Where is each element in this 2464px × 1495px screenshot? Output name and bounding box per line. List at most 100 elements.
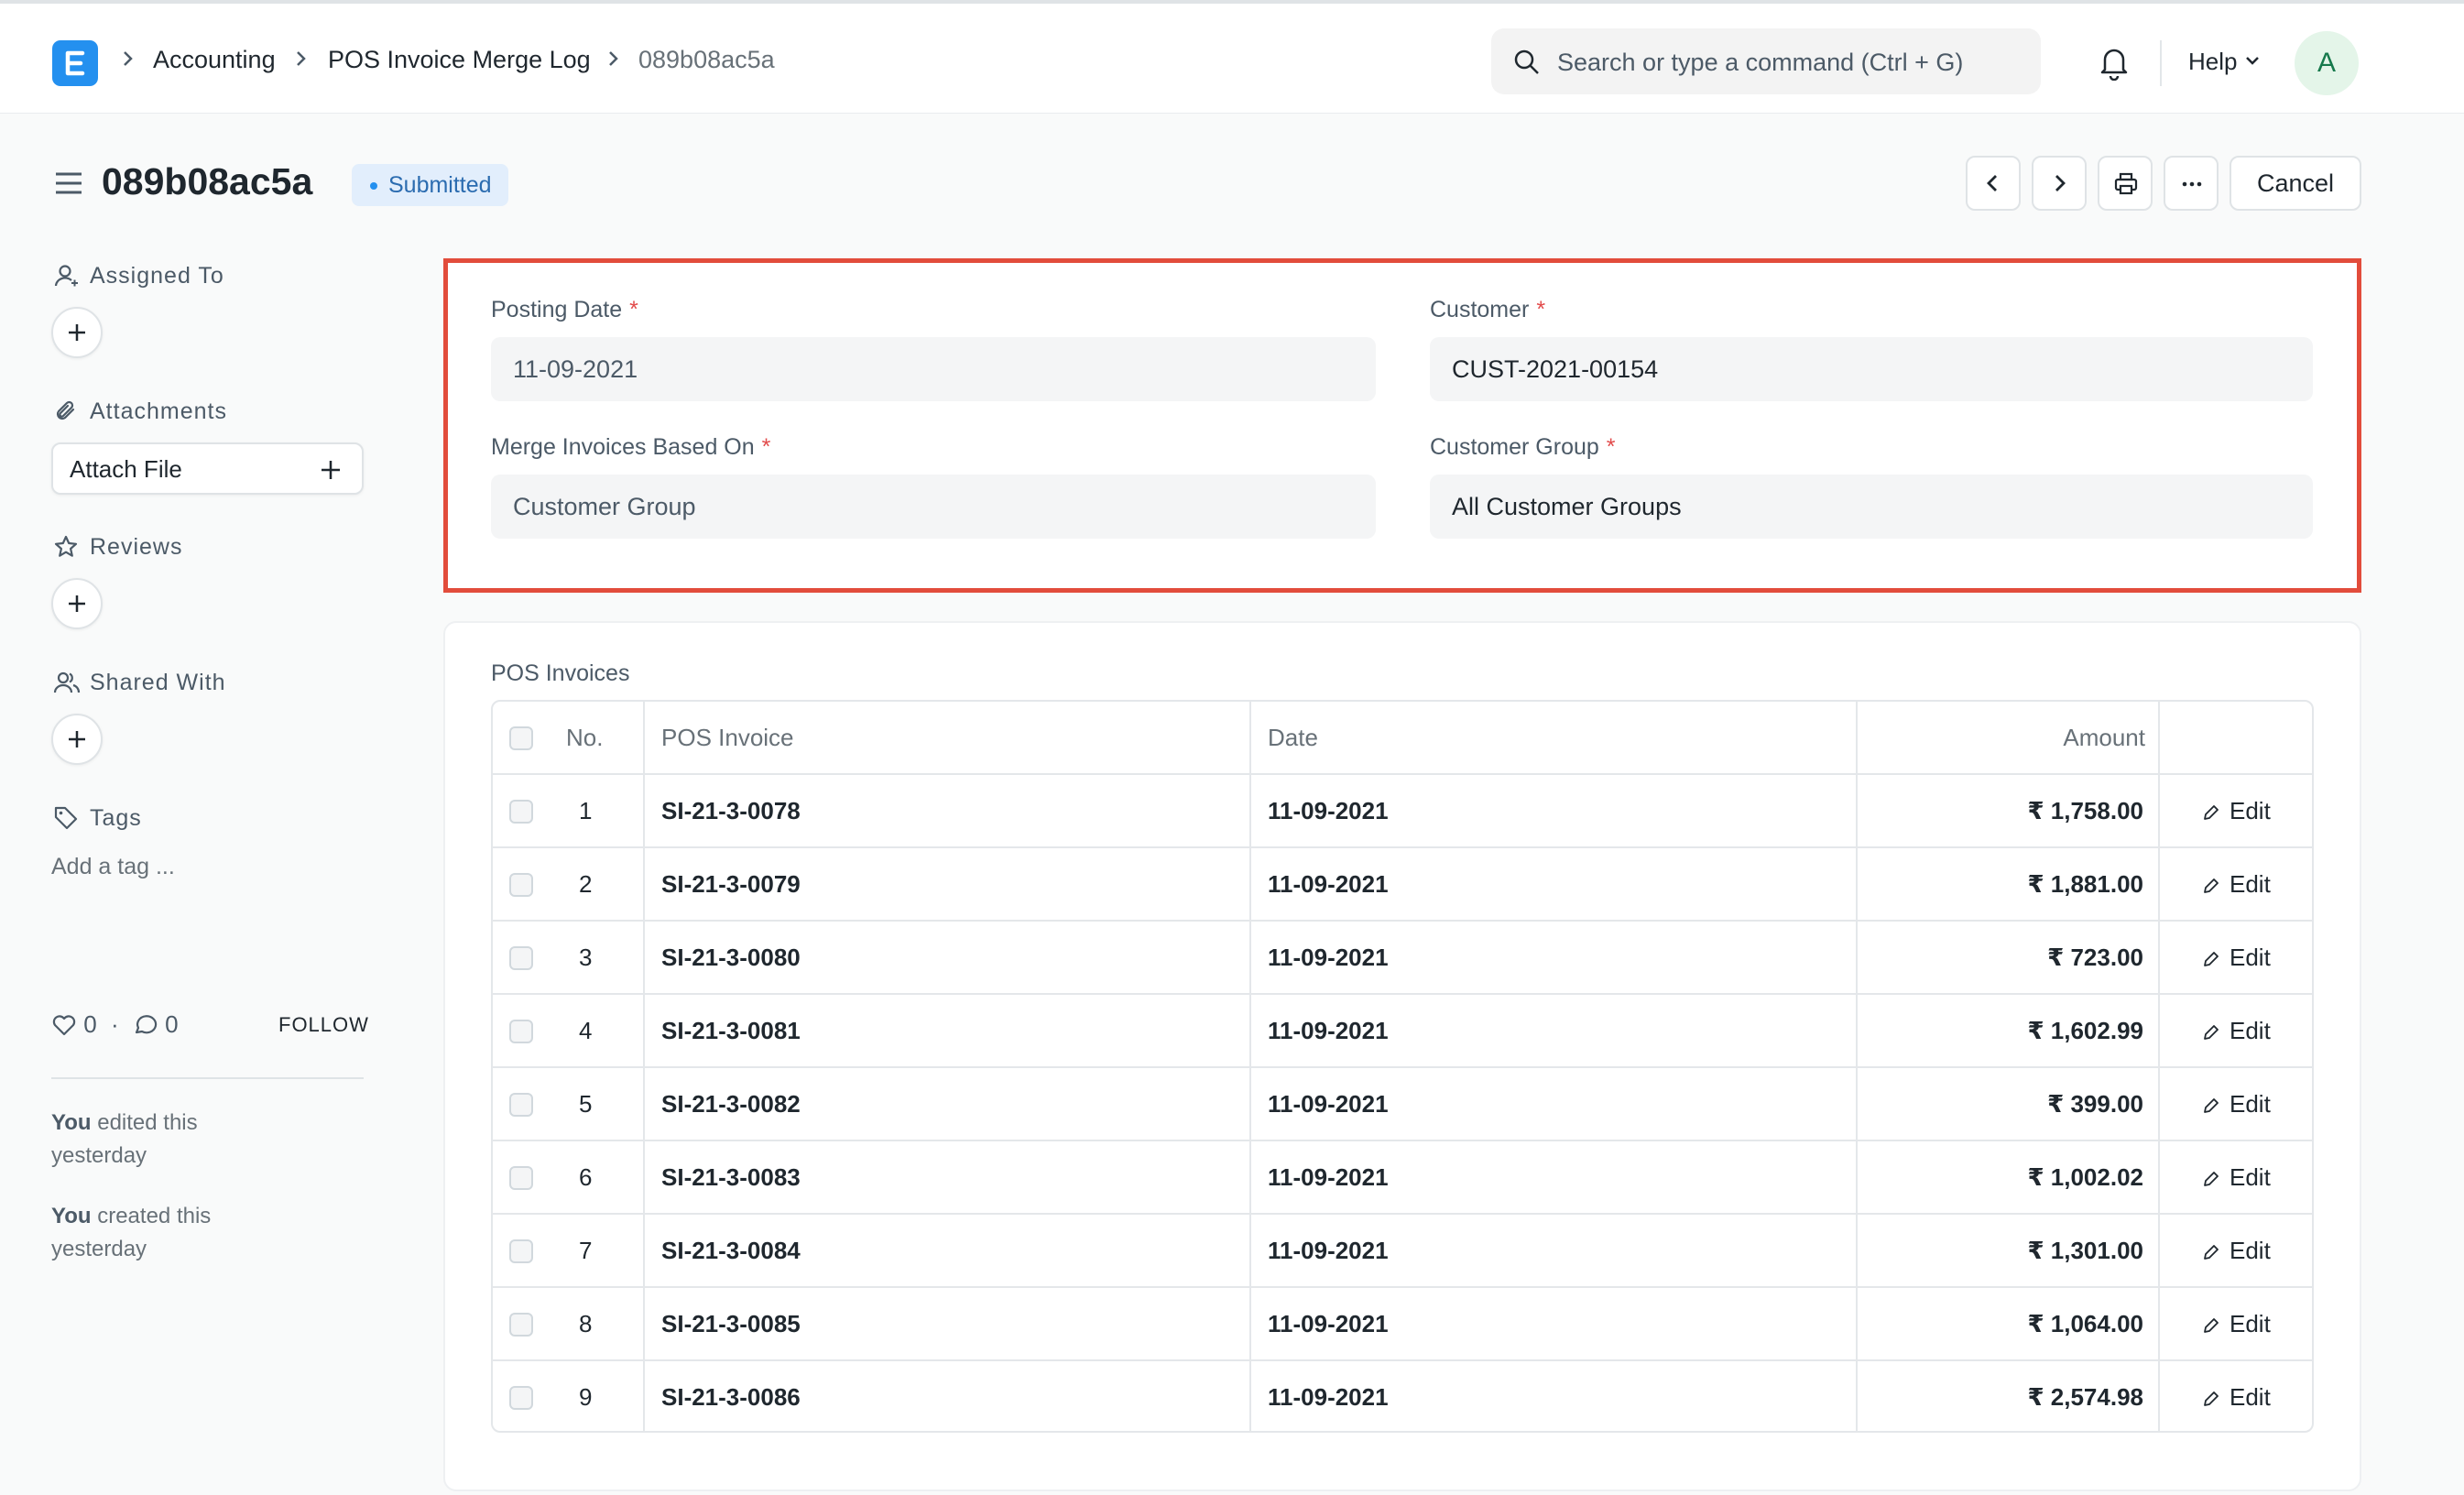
row-date: 11-09-2021 xyxy=(1268,1163,1389,1191)
row-invoice[interactable]: SI-21-3-0080 xyxy=(661,922,801,993)
header-no: No. xyxy=(566,724,604,751)
assigned-to-label: Assigned To xyxy=(90,263,224,289)
row-amount: ₹ 1,002.02 xyxy=(2027,1163,2143,1191)
row-checkbox[interactable] xyxy=(509,1020,533,1043)
row-edit-button[interactable]: Edit xyxy=(2202,1361,2271,1431)
next-button[interactable] xyxy=(2032,156,2087,211)
table-row[interactable]: 1 SI-21-3-0078 11-09-2021 ₹ 1,758.00 Edit xyxy=(493,775,2312,848)
table-row[interactable]: 3 SI-21-3-0080 11-09-2021 ₹ 723.00 Edit xyxy=(493,922,2312,995)
edit-label: Edit xyxy=(2230,797,2271,824)
chevron-right-icon xyxy=(2055,175,2066,191)
row-amount: ₹ 1,758.00 xyxy=(2027,797,2143,824)
heart-icon[interactable] xyxy=(51,1013,77,1037)
prev-button[interactable] xyxy=(1966,156,2021,211)
print-button[interactable] xyxy=(2098,156,2153,211)
pencil-icon xyxy=(2204,1318,2219,1333)
sidebar-toggle-icon[interactable] xyxy=(53,170,84,196)
pos-invoices-title: POS Invoices xyxy=(491,660,630,686)
row-edit-button[interactable]: Edit xyxy=(2202,1141,2271,1213)
row-checkbox[interactable] xyxy=(509,946,533,970)
row-date: 11-09-2021 xyxy=(1268,1090,1389,1118)
shared-with-label: Shared With xyxy=(90,670,226,695)
table-row[interactable]: 2 SI-21-3-0079 11-09-2021 ₹ 1,881.00 Edit xyxy=(493,848,2312,922)
attachments-label: Attachments xyxy=(90,398,227,424)
row-edit-button[interactable]: Edit xyxy=(2202,995,2271,1066)
cancel-button[interactable]: Cancel xyxy=(2230,156,2361,211)
row-invoice[interactable]: SI-21-3-0079 xyxy=(661,848,801,920)
comment-icon[interactable] xyxy=(133,1013,158,1037)
row-invoice[interactable]: SI-21-3-0082 xyxy=(661,1068,801,1140)
header-date: Date xyxy=(1268,724,1318,751)
breadcrumb-accounting[interactable]: Accounting xyxy=(153,44,276,75)
select-all-checkbox[interactable] xyxy=(509,726,533,750)
chevron-down-icon xyxy=(2246,57,2259,65)
more-icon xyxy=(2182,181,2202,187)
page-title: 089b08ac5a xyxy=(102,160,313,202)
table-row[interactable]: 6 SI-21-3-0083 11-09-2021 ₹ 1,002.02 Edit xyxy=(493,1141,2312,1215)
row-amount: ₹ 723.00 xyxy=(2047,944,2143,971)
help-menu[interactable]: Help xyxy=(2188,47,2237,76)
table-row[interactable]: 4 SI-21-3-0081 11-09-2021 ₹ 1,602.99 Edit xyxy=(493,995,2312,1068)
separator-dot: · xyxy=(110,1010,119,1038)
attach-file-label: Attach File xyxy=(70,455,182,483)
header-invoice: POS Invoice xyxy=(661,724,794,751)
add-tag-link[interactable]: Add a tag ... xyxy=(51,852,175,881)
row-edit-button[interactable]: Edit xyxy=(2202,1288,2271,1359)
row-checkbox[interactable] xyxy=(509,873,533,897)
activity-user: You xyxy=(51,1110,92,1135)
row-invoice[interactable]: SI-21-3-0083 xyxy=(661,1141,801,1213)
row-no: 2 xyxy=(579,870,593,898)
more-button[interactable] xyxy=(2164,156,2219,211)
row-invoice[interactable]: SI-21-3-0085 xyxy=(661,1288,801,1359)
row-checkbox[interactable] xyxy=(509,1093,533,1117)
row-edit-button[interactable]: Edit xyxy=(2202,922,2271,993)
follow-button[interactable]: FOLLOW xyxy=(278,1011,369,1039)
table-row[interactable]: 8 SI-21-3-0085 11-09-2021 ₹ 1,064.00 Edit xyxy=(493,1288,2312,1361)
attach-file-button[interactable]: Attach File xyxy=(51,442,364,495)
pencil-icon xyxy=(2204,1391,2219,1406)
row-checkbox[interactable] xyxy=(509,1239,533,1263)
customer-field[interactable]: CUST-2021-00154 xyxy=(1430,337,2313,401)
breadcrumb-merge-log[interactable]: POS Invoice Merge Log xyxy=(328,44,591,75)
search-input[interactable]: Search or type a command (Ctrl + G) xyxy=(1491,28,2041,94)
table-row[interactable]: 9 SI-21-3-0086 11-09-2021 ₹ 2,574.98 Edit xyxy=(493,1361,2312,1431)
row-checkbox[interactable] xyxy=(509,1313,533,1337)
plus-icon xyxy=(69,324,85,341)
add-share-button[interactable] xyxy=(51,714,103,765)
row-invoice[interactable]: SI-21-3-0084 xyxy=(661,1215,801,1286)
row-invoice[interactable]: SI-21-3-0081 xyxy=(661,995,801,1066)
table-row[interactable]: 7 SI-21-3-0084 11-09-2021 ₹ 1,301.00 Edit xyxy=(493,1215,2312,1288)
navbar-divider xyxy=(2160,40,2162,86)
row-invoice[interactable]: SI-21-3-0086 xyxy=(661,1361,801,1431)
edit-label: Edit xyxy=(2230,870,2271,898)
edit-label: Edit xyxy=(2230,1237,2271,1264)
users-icon xyxy=(53,671,81,693)
avatar[interactable]: A xyxy=(2295,31,2359,95)
app-logo[interactable] xyxy=(52,40,98,86)
edit-label: Edit xyxy=(2230,1017,2271,1044)
chevron-right-icon xyxy=(297,51,306,66)
row-edit-button[interactable]: Edit xyxy=(2202,1215,2271,1286)
pencil-icon xyxy=(2204,1172,2219,1186)
row-date: 11-09-2021 xyxy=(1268,1310,1389,1337)
table-row[interactable]: 5 SI-21-3-0082 11-09-2021 ₹ 399.00 Edit xyxy=(493,1068,2312,1141)
row-date: 11-09-2021 xyxy=(1268,1237,1389,1264)
posting-date-field[interactable]: 11-09-2021 xyxy=(491,337,1376,401)
row-checkbox[interactable] xyxy=(509,800,533,824)
row-checkbox[interactable] xyxy=(509,1386,533,1410)
edit-label: Edit xyxy=(2230,1310,2271,1337)
chevron-right-icon xyxy=(609,51,618,66)
add-assignee-button[interactable] xyxy=(51,307,103,358)
posting-date-label: Posting Date * xyxy=(491,297,638,322)
chevron-right-icon xyxy=(124,51,133,66)
pencil-icon xyxy=(2204,878,2219,893)
customer-group-field[interactable]: All Customer Groups xyxy=(1430,475,2313,539)
row-checkbox[interactable] xyxy=(509,1166,533,1190)
row-invoice[interactable]: SI-21-3-0078 xyxy=(661,775,801,846)
merge-based-on-field[interactable]: Customer Group xyxy=(491,475,1376,539)
row-edit-button[interactable]: Edit xyxy=(2202,1068,2271,1140)
add-review-button[interactable] xyxy=(51,578,103,629)
bell-icon[interactable] xyxy=(2098,44,2131,81)
row-edit-button[interactable]: Edit xyxy=(2202,775,2271,846)
row-edit-button[interactable]: Edit xyxy=(2202,848,2271,920)
